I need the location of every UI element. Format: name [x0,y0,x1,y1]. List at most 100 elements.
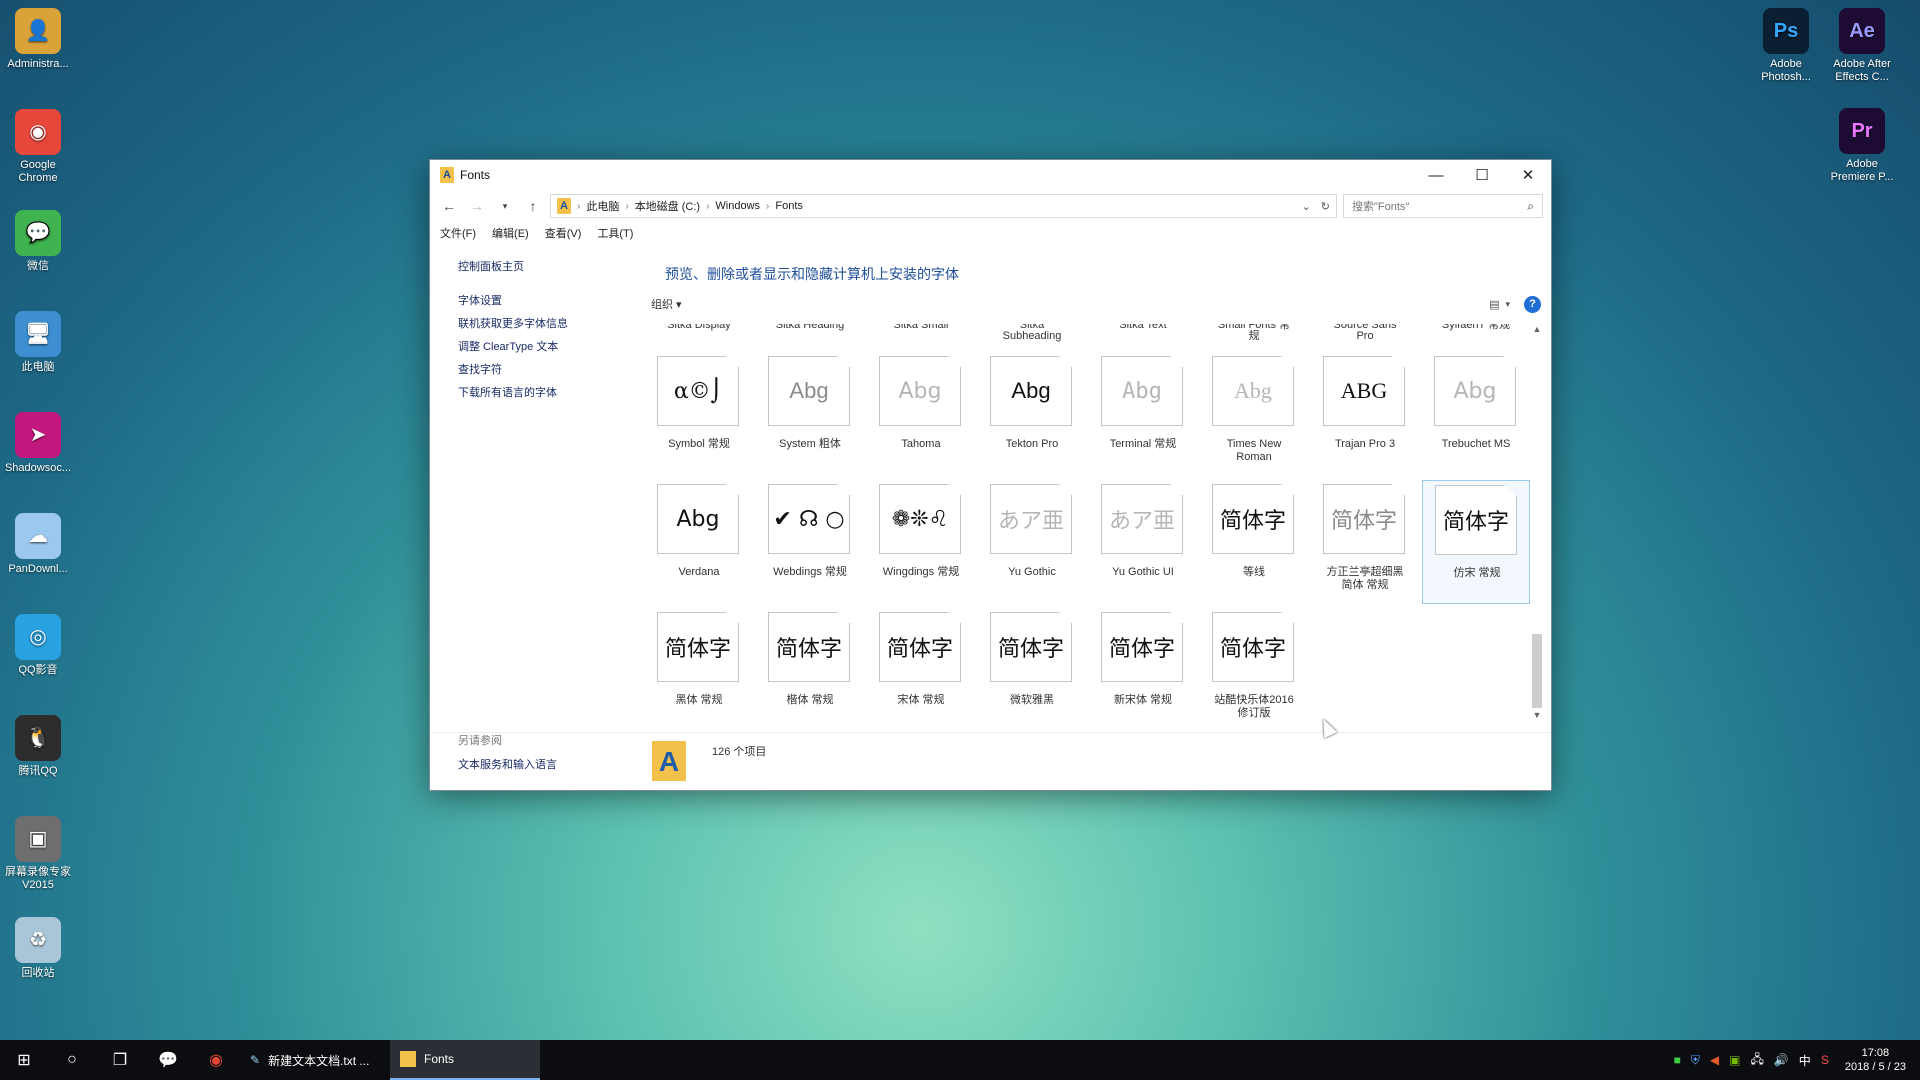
font-tile[interactable]: ABG Trajan Pro 3 [1311,352,1419,476]
scroll-down-icon[interactable]: ▼ [1531,710,1543,724]
taskbar-item-fonts[interactable]: Fonts [390,1040,540,1080]
font-tile[interactable]: あア亜 Yu Gothic [978,480,1086,604]
desktop-icon[interactable]: ☁ PanDownl... [0,513,76,576]
organize-button[interactable]: 组织 ▾ [645,296,682,312]
nvidia-icon[interactable]: ▣ [1729,1053,1740,1067]
font-tile[interactable]: 简体字 方正兰亭超细黑 简体 常规 [1311,480,1419,604]
font-name: Symbol 常规 [668,438,730,450]
font-tile[interactable]: 简体字 新宋体 常规 [1089,608,1197,724]
font-tile[interactable]: α©⌡ Symbol 常规 [645,352,753,476]
font-tile-label[interactable]: Sitka Subheading [978,324,1086,342]
desktop-icon[interactable]: ➤ Shadowsoc... [0,412,76,475]
font-tile[interactable]: 简体字 宋体 常规 [867,608,975,724]
font-tile-label[interactable]: Sitka Display [645,324,753,331]
desktop-icon[interactable]: Ps Adobe Photosh... [1748,8,1824,84]
font-preview-icon: 简体字 [1323,484,1405,554]
shield-icon[interactable]: ⛨ [1691,1053,1700,1068]
search-icon[interactable]: ⌕ [1527,199,1534,214]
menu-view[interactable]: 查看(V) [545,225,582,241]
desktop-icon[interactable]: ♻ 回收站 [0,917,76,980]
network-icon[interactable]: 🖧 [1750,1050,1763,1071]
font-tile[interactable]: 简体字 黑体 常规 [645,608,753,724]
desktop-icon[interactable]: 🖥 此电脑 [0,311,76,374]
desktop-icon[interactable]: Ae Adobe After Effects C... [1824,8,1900,84]
breadcrumb-windows[interactable]: Windows [715,200,760,212]
font-tile[interactable]: Abg Times New Roman [1200,352,1308,476]
desktop-icon[interactable]: ◎ QQ影音 [0,614,76,677]
desktop-icon[interactable]: 👤 Administra... [0,8,76,71]
maximize-button[interactable]: ☐ [1459,160,1505,190]
volume-icon[interactable]: 🔊 [1774,1053,1789,1067]
font-tile[interactable]: ✔ ☊ ○ Webdings 常规 [756,480,864,604]
font-tile-label[interactable]: Sitka Small [867,324,975,331]
font-tile[interactable]: 简体字 站酷快乐体2016 修订版 [1200,608,1308,724]
address-bar[interactable]: A › 此电脑 › 本地磁盘 (C:) › Windows › Fonts ⌄ … [550,194,1337,218]
minimize-button[interactable]: — [1413,160,1459,190]
adjust-cleartype-link[interactable]: 调整 ClearType 文本 [458,338,631,354]
help-icon[interactable]: ? [1524,295,1541,313]
fonts-window: A Fonts — ☐ ✕ ← → ▾ ↑ A › 此电脑 › 本地磁盘 (C:… [429,159,1552,791]
font-tile[interactable]: 简体字 等线 [1200,480,1308,604]
scroll-thumb[interactable] [1532,634,1542,708]
desktop-icon[interactable]: ▣ 屏幕录像专家 V2015 [0,816,76,892]
font-tile-label[interactable]: Sitka Text [1089,324,1197,331]
close-button[interactable]: ✕ [1505,160,1551,190]
menu-tools[interactable]: 工具(T) [597,225,633,241]
desktop-icon[interactable]: 🐧 腾讯QQ [0,715,76,778]
font-tile[interactable]: Abg Tekton Pro [978,352,1086,476]
font-tile[interactable]: 简体字 楷体 常规 [756,608,864,724]
tray-arrow-icon[interactable]: ◀ [1710,1053,1719,1067]
breadcrumb-local-disk[interactable]: 本地磁盘 (C:) [635,198,700,214]
address-dropdown-icon[interactable]: ⌄ [1302,200,1311,213]
find-character-link[interactable]: 查找字符 [458,361,631,377]
breadcrumb-this-pc[interactable]: 此电脑 [586,198,619,214]
forward-button[interactable]: → [466,195,488,217]
font-tile[interactable]: Abg System 粗体 [756,352,864,476]
font-tile[interactable]: 简体字 微软雅黑 [978,608,1086,724]
recent-locations-button[interactable]: ▾ [494,195,516,217]
font-tile[interactable]: ❁❊♌ Wingdings 常规 [867,480,975,604]
font-tile-label[interactable]: SylfaenT 常规 [1422,324,1530,331]
wechat-taskbar-icon[interactable]: 💬 [144,1040,192,1080]
clock[interactable]: 17:08 2018 / 5 / 23 [1845,1046,1906,1074]
title-bar[interactable]: A Fonts — ☐ ✕ [430,160,1551,190]
font-tile[interactable]: Abg Terminal 常规 [1089,352,1197,476]
breadcrumb-fonts[interactable]: Fonts [775,200,803,212]
up-button[interactable]: ↑ [522,195,544,217]
refresh-icon[interactable]: ↻ [1321,200,1330,213]
taskbar-item-notepad[interactable]: ✎ 新建文本文档.txt ... [240,1040,390,1080]
search-icon[interactable]: ○ [48,1040,96,1080]
vertical-scrollbar[interactable]: ▲ ▼ [1531,324,1543,724]
get-font-info-online-link[interactable]: 联机获取更多字体信息 [458,315,631,331]
desktop-icon[interactable]: 💬 微信 [0,210,76,273]
ime-indicator[interactable]: 中 [1799,1052,1811,1069]
start-button[interactable]: ⊞ [0,1040,48,1080]
font-tile[interactable]: あア亜 Yu Gothic UI [1089,480,1197,604]
search-input[interactable]: 搜索"Fonts" ⌕ [1343,194,1543,218]
back-button[interactable]: ← [438,195,460,217]
font-tile[interactable]: Abg Verdana [645,480,753,604]
font-tile[interactable]: Abg Trebuchet MS [1422,352,1530,476]
desktop-icon-label: PanDownl... [8,563,68,575]
menu-file[interactable]: 文件(F) [440,225,476,241]
chrome-taskbar-icon[interactable]: ◉ [192,1040,240,1080]
download-all-language-fonts-link[interactable]: 下载所有语言的字体 [458,384,631,400]
font-tile-label[interactable]: Small Fonts 常 规 [1200,324,1308,342]
font-settings-link[interactable]: 字体设置 [458,292,631,308]
font-tile[interactable]: Abg Tahoma [867,352,975,476]
desktop-icon[interactable]: ◉ Google Chrome [0,109,76,185]
desktop-icon[interactable]: Pr Adobe Premiere P... [1824,108,1900,184]
task-view-icon[interactable]: ❐ [96,1040,144,1080]
sogou-ime-icon[interactable]: S [1821,1053,1829,1067]
qq-player-icon: ◎ [15,614,61,660]
view-icon[interactable]: ▤ [1489,298,1499,311]
control-panel-home-link[interactable]: 控制面板主页 [458,258,631,274]
font-tile-label[interactable]: Sitka Heading [756,324,864,331]
font-preview-icon: 简体字 [1212,484,1294,554]
view-dropdown-icon[interactable]: ▾ [1505,299,1510,310]
scroll-up-icon[interactable]: ▲ [1531,324,1543,338]
menu-edit[interactable]: 编辑(E) [492,225,529,241]
font-tile-label[interactable]: Source Sans Pro [1311,324,1419,342]
font-tile[interactable]: 简体字 仿宋 常规 [1422,480,1530,604]
tray-app-icon[interactable]: ■ [1674,1053,1681,1067]
